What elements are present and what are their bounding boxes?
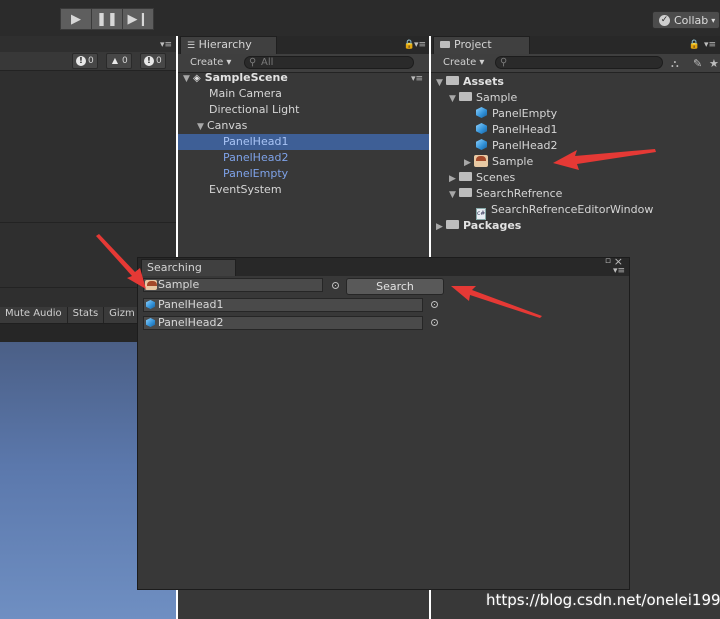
collab-button[interactable]: ✓ Collab ▾: [652, 11, 720, 29]
play-icon: ▶: [71, 11, 81, 27]
hierarchy-item[interactable]: ▼ Canvas: [178, 118, 429, 134]
hierarchy-item[interactable]: Main Camera: [178, 86, 429, 102]
list-icon: ☰: [187, 41, 196, 51]
search-icon: ⚲: [249, 57, 257, 68]
check-icon: ✓: [659, 14, 670, 26]
search-button[interactable]: Search: [346, 278, 444, 295]
object-field[interactable]: Sample: [143, 278, 323, 292]
scene-root-row[interactable]: ▼ ◈ SampleScene ▾≡: [178, 70, 429, 86]
hierarchy-search-input[interactable]: ⚲ All: [244, 56, 414, 69]
tree-item[interactable]: PanelHead2: [431, 138, 720, 154]
filter-by-type-icon[interactable]: ⛬: [671, 57, 679, 71]
warning-count-badge[interactable]: ▲ 0: [106, 53, 132, 69]
folder-icon: [459, 92, 472, 101]
prefab-icon: [476, 107, 487, 118]
play-button[interactable]: ▶: [60, 8, 92, 30]
collapse-arrow-icon: ▶: [436, 222, 443, 232]
divider: [0, 222, 176, 223]
result-object-field[interactable]: PanelHead2: [143, 316, 423, 330]
unity-logo-icon: ◈: [193, 73, 201, 84]
folder-icon: [446, 220, 459, 229]
expand-arrow-icon: ▼: [183, 74, 190, 84]
tab-searching[interactable]: Searching: [141, 259, 236, 276]
searching-tabbar: Searching ▫ × ▾≡: [138, 255, 629, 276]
step-button[interactable]: ▶❙: [123, 8, 154, 30]
hierarchy-item-selected[interactable]: PanelHead1: [178, 134, 429, 150]
folder-icon: [459, 188, 472, 197]
hierarchy-item[interactable]: PanelHead2: [178, 150, 429, 166]
main-toolbar: ▶ ❚❚ ▶❙ ✓ Collab ▾: [0, 0, 720, 36]
step-icon: ▶❙: [127, 11, 149, 27]
expand-arrow-icon: ▼: [197, 122, 204, 132]
scene-menu-icon[interactable]: ▾≡: [411, 71, 423, 87]
prefab-icon: [146, 300, 155, 309]
create-dropdown[interactable]: Create ▾: [443, 57, 484, 68]
folder-icon: [446, 76, 459, 85]
tab-hierarchy[interactable]: ☰ Hierarchy: [180, 36, 277, 54]
warning-icon: ▲: [111, 56, 119, 65]
tree-item[interactable]: ▼ Assets: [431, 74, 720, 90]
tree-item[interactable]: PanelEmpty: [431, 106, 720, 122]
prefab-icon: [476, 139, 487, 150]
info-icon: !: [144, 56, 154, 66]
pause-button[interactable]: ❚❚: [92, 8, 123, 30]
object-picker-icon[interactable]: [332, 282, 339, 289]
collab-label: Collab: [674, 13, 709, 27]
searching-window: Searching ▫ × ▾≡ Sample Search PanelHead…: [137, 255, 630, 590]
search-icon: ⚲: [500, 57, 508, 68]
panel-menu-icon[interactable]: ▾≡: [160, 40, 172, 50]
filter-by-label-icon[interactable]: ✎: [693, 57, 702, 70]
folder-icon: [459, 172, 472, 181]
expand-arrow-icon: ▼: [449, 94, 456, 104]
folder-icon: [440, 41, 450, 48]
playback-controls: ▶ ❚❚ ▶❙: [60, 8, 154, 30]
hierarchy-item[interactable]: EventSystem: [178, 182, 429, 198]
chevron-down-icon: ▾: [711, 15, 716, 25]
expand-arrow-icon: ▼: [436, 78, 443, 88]
tree-item[interactable]: c# SearchRefrenceEditorWindow: [431, 202, 720, 220]
maximize-icon[interactable]: ▫: [605, 256, 611, 266]
pause-icon: ❚❚: [96, 11, 118, 27]
lock-icon[interactable]: 🔒: [689, 40, 700, 50]
tree-item[interactable]: ▼ Sample: [431, 90, 720, 106]
tree-item[interactable]: ▼ SearchRefrence: [431, 186, 720, 202]
prefab-icon: [476, 123, 487, 134]
hierarchy-item[interactable]: PanelEmpty: [178, 166, 429, 182]
collapse-arrow-icon: ▶: [464, 158, 471, 168]
info-count-badge[interactable]: ! 0: [140, 53, 166, 69]
stats-button[interactable]: Stats: [68, 307, 105, 323]
tree-item[interactable]: ▶ Packages: [431, 218, 720, 234]
prefab-icon: [146, 318, 155, 327]
project-tabbar: Project 🔒 ▾≡: [431, 36, 720, 54]
gizmos-button[interactable]: Gizm: [104, 307, 141, 323]
create-dropdown[interactable]: Create ▾: [190, 57, 231, 68]
project-subbar: Create ▾ ⚲ ⛬ ✎ ★: [431, 54, 720, 73]
tab-project[interactable]: Project: [433, 36, 530, 54]
object-picker-icon[interactable]: [431, 319, 438, 326]
panel-menu-icon[interactable]: ▾≡: [414, 40, 426, 50]
panel-menu-icon[interactable]: ▾≡: [704, 40, 716, 50]
object-picker-icon[interactable]: [431, 301, 438, 308]
hierarchy-item[interactable]: Directional Light: [178, 102, 429, 118]
project-search-input[interactable]: ⚲: [495, 56, 663, 69]
expand-arrow-icon: ▼: [449, 190, 456, 200]
tree-item[interactable]: ▶ Sample: [431, 154, 720, 170]
favorite-star-icon[interactable]: ★: [709, 57, 719, 70]
panel-menu-icon[interactable]: ▾≡: [613, 266, 625, 276]
mute-audio-button[interactable]: Mute Audio: [0, 307, 68, 323]
sprite-icon: [474, 155, 488, 167]
error-icon: !: [76, 56, 86, 66]
tree-item[interactable]: PanelHead1: [431, 122, 720, 138]
tree-item[interactable]: ▶ Scenes: [431, 170, 720, 186]
sprite-icon: [145, 280, 157, 290]
collapse-arrow-icon: ▶: [449, 174, 456, 184]
error-count-badge[interactable]: ! 0: [72, 53, 98, 69]
watermark: https://blog.csdn.net/onelei1994: [486, 591, 720, 609]
result-object-field[interactable]: PanelHead1: [143, 298, 423, 312]
hierarchy-tabbar: ☰ Hierarchy 🔒 ▾≡: [178, 36, 429, 54]
